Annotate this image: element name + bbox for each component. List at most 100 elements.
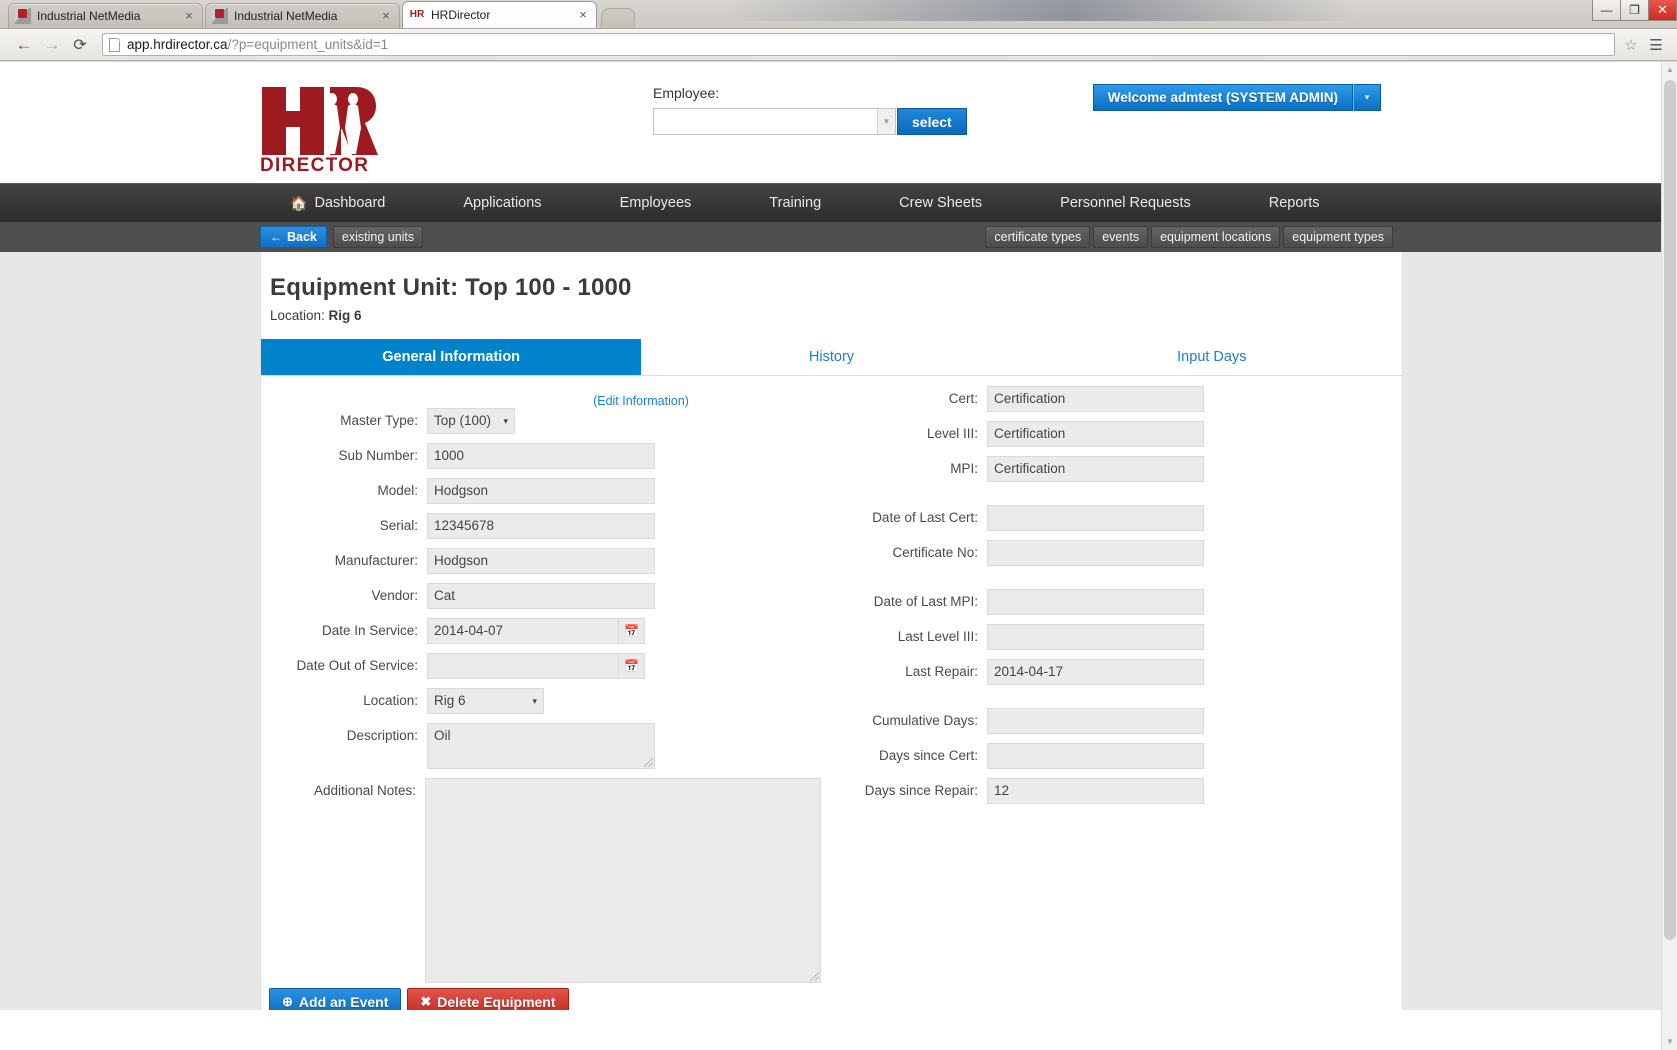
forward-icon[interactable]: → xyxy=(38,32,66,58)
minimize-button[interactable]: — xyxy=(1592,0,1621,21)
existing-units-button[interactable]: existing units xyxy=(332,226,424,248)
nav-item-crew-sheets[interactable]: Crew Sheets xyxy=(899,195,982,211)
nav-item-reports[interactable]: Reports xyxy=(1269,195,1320,211)
field-label: Days since Cert: xyxy=(878,748,978,763)
back-button-label: Back xyxy=(287,230,317,244)
location-select[interactable]: Rig 6 ▾ xyxy=(427,688,544,714)
hrdirector-logo[interactable]: DIRECTOR xyxy=(260,85,378,176)
tab-general-information[interactable]: General Information xyxy=(261,339,642,375)
employee-label: Employee: xyxy=(653,85,720,101)
date-out-of-service-input[interactable] xyxy=(427,653,619,679)
welcome-menu[interactable]: Welcome admtest (SYSTEM ADMIN) ▾ xyxy=(1092,84,1381,111)
tab-history[interactable]: History xyxy=(641,339,1021,375)
scroll-up-icon[interactable]: ▲ xyxy=(1662,62,1677,78)
model-input[interactable]: Hodgson xyxy=(427,478,655,504)
browser-menu-icon[interactable]: ☰ xyxy=(1645,36,1667,54)
equipment-locations-button[interactable]: equipment locations xyxy=(1151,226,1281,248)
field-label: Serial: xyxy=(379,518,418,533)
netmedia-icon xyxy=(15,8,31,24)
master-type-select[interactable]: Top (100) ▾ xyxy=(427,408,515,434)
home-icon: 🏠 xyxy=(290,194,308,211)
nav-label: Dashboard xyxy=(314,195,386,211)
close-icon[interactable]: × xyxy=(576,8,590,22)
field-additional-notes: Additional Notes: xyxy=(261,778,821,983)
nav-item-personnel-requests[interactable]: Personnel Requests xyxy=(1060,195,1191,211)
bookmark-star-icon[interactable]: ☆ xyxy=(1621,36,1641,54)
field-cumulative-days: Cumulative Days: xyxy=(821,708,1381,734)
mpi-input[interactable]: Certification xyxy=(987,456,1204,482)
days-since-cert-input[interactable] xyxy=(987,743,1204,769)
date-in-service-input[interactable]: 2014-04-07 xyxy=(427,618,619,644)
date-of-last-mpi-input[interactable] xyxy=(987,589,1204,615)
page-scrollbar[interactable]: ▲ ▼ xyxy=(1661,62,1677,1050)
field-label: Cumulative Days: xyxy=(872,713,978,728)
certificate-types-button[interactable]: certificate types xyxy=(985,226,1091,248)
select-button[interactable]: select xyxy=(897,108,967,135)
field-label: Date of Last MPI: xyxy=(873,594,978,609)
calendar-icon[interactable]: 📅 xyxy=(619,618,645,644)
close-icon[interactable]: × xyxy=(182,9,196,23)
field-cert: Cert: Certification xyxy=(821,386,1381,412)
serial-input[interactable]: 12345678 xyxy=(427,513,655,539)
close-icon[interactable]: × xyxy=(379,9,393,23)
employee-selector: Employee: ▼ select xyxy=(653,85,973,135)
events-button[interactable]: events xyxy=(1093,226,1149,248)
browser-tab-3[interactable]: HR HRDirector × xyxy=(402,1,597,28)
reload-icon[interactable]: ⟳ xyxy=(66,32,94,58)
form-column-right: Cert: Certification Level III: Certifica… xyxy=(821,386,1381,813)
scroll-down-icon[interactable]: ▼ xyxy=(1662,1034,1677,1050)
field-label: Last Repair: xyxy=(905,664,978,679)
back-icon[interactable]: ← xyxy=(10,32,38,58)
browser-tab-title: Industrial NetMedia xyxy=(37,9,141,23)
field-label: Additional Notes: xyxy=(313,783,416,798)
scrollbar-thumb[interactable] xyxy=(1664,80,1676,940)
field-label: Sub Number: xyxy=(338,448,418,463)
nav-item-training[interactable]: Training xyxy=(769,195,821,211)
nav-item-dashboard[interactable]: 🏠 Dashboard xyxy=(290,195,385,212)
sub-number-input[interactable]: 1000 xyxy=(427,443,655,469)
field-certificate-no: Certificate No: xyxy=(821,540,1381,566)
field-label: Manufacturer: xyxy=(334,553,418,568)
level-iii-input[interactable]: Certification xyxy=(987,421,1204,447)
window-close-button[interactable]: ✕ xyxy=(1648,0,1677,21)
browser-tab-2[interactable]: Industrial NetMedia × xyxy=(205,3,400,28)
maximize-button[interactable]: ❐ xyxy=(1620,0,1649,21)
hrdirector-icon: HR xyxy=(409,9,425,20)
browser-tab-title: HRDirector xyxy=(431,8,491,22)
calendar-icon[interactable]: 📅 xyxy=(619,653,645,679)
logo-wordmark: DIRECTOR xyxy=(260,155,370,176)
employee-input[interactable] xyxy=(654,109,877,134)
cumulative-days-input[interactable] xyxy=(987,708,1204,734)
additional-notes-textarea[interactable] xyxy=(425,778,821,983)
location-select-value: Rig 6 xyxy=(434,693,466,708)
equipment-types-button[interactable]: equipment types xyxy=(1283,226,1393,248)
browser-tab-title: Industrial NetMedia xyxy=(234,9,338,23)
cert-input[interactable]: Certification xyxy=(987,386,1204,412)
field-days-since-cert: Days since Cert: xyxy=(821,743,1381,769)
date-of-last-cert-input[interactable] xyxy=(987,505,1204,531)
equipment-unit-card: Equipment Unit: Top 100 - 1000 Location:… xyxy=(260,252,1403,1017)
nav-item-employees[interactable]: Employees xyxy=(620,195,692,211)
back-button[interactable]: ← Back xyxy=(260,226,327,248)
address-bar[interactable]: app.hrdirector.ca /?p=equipment_units&id… xyxy=(102,33,1615,56)
browser-tab-1[interactable]: Industrial NetMedia × xyxy=(8,3,203,28)
chevron-down-icon[interactable]: ▾ xyxy=(1353,84,1381,111)
employee-input-wrap[interactable]: ▼ xyxy=(653,108,896,135)
chevron-down-icon[interactable]: ▼ xyxy=(877,109,895,134)
days-since-repair-input[interactable]: 12 xyxy=(987,778,1204,804)
field-label: Date of Last Cert: xyxy=(872,510,978,525)
title-bar-glare xyxy=(720,0,1360,21)
vendor-input[interactable]: Cat xyxy=(427,583,655,609)
site-root: DIRECTOR Employee: ▼ select Welcome admt… xyxy=(0,62,1661,1042)
certificate-no-input[interactable] xyxy=(987,540,1204,566)
nav-item-applications[interactable]: Applications xyxy=(463,195,541,211)
description-textarea[interactable]: Oil xyxy=(427,723,655,769)
url-host: app.hrdirector.ca xyxy=(127,37,228,52)
new-tab-button[interactable] xyxy=(600,8,636,28)
manufacturer-input[interactable]: Hodgson xyxy=(427,548,655,574)
tab-input-days[interactable]: Input Days xyxy=(1022,339,1402,375)
welcome-label[interactable]: Welcome admtest (SYSTEM ADMIN) xyxy=(1092,84,1353,111)
browser-toolbar: ← → ⟳ app.hrdirector.ca /?p=equipment_un… xyxy=(0,29,1677,61)
last-level-iii-input[interactable] xyxy=(987,624,1204,650)
last-repair-input[interactable]: 2014-04-17 xyxy=(987,659,1204,685)
